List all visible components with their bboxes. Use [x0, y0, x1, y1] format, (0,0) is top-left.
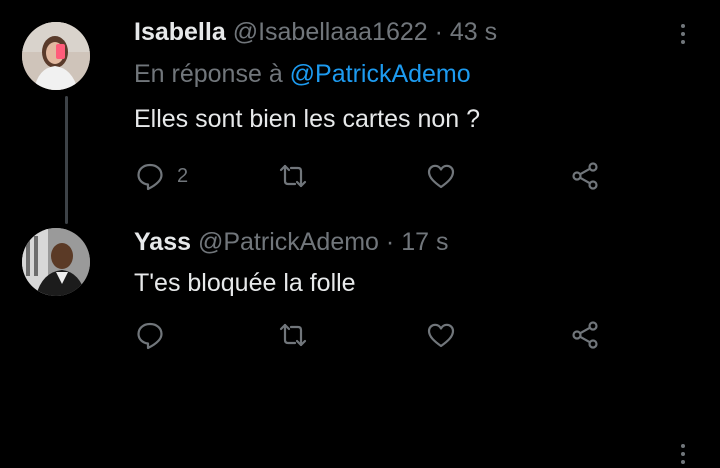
user-handle[interactable]: @Isabellaaa1622 — [233, 18, 428, 46]
tweet-header: Isabella @Isabellaaa1622 · 43 s — [134, 16, 497, 48]
user-handle[interactable]: @PatrickAdemo — [198, 228, 379, 256]
retweet-button[interactable] — [278, 315, 308, 355]
reply-count: 2 — [177, 164, 189, 187]
display-name[interactable]: Isabella — [134, 18, 226, 46]
reply-button[interactable] — [135, 315, 165, 355]
retweet-icon — [278, 320, 308, 350]
reply-context: En réponse à @PatrickAdemo — [134, 58, 471, 90]
separator-dot: · — [434, 18, 443, 46]
retweet-icon — [278, 161, 308, 191]
share-button[interactable] — [570, 315, 600, 355]
share-button[interactable] — [570, 156, 600, 196]
share-icon — [570, 161, 600, 191]
tweet-2-actions — [0, 315, 720, 355]
like-button[interactable] — [426, 315, 456, 355]
like-icon — [426, 320, 456, 350]
more-icon[interactable] — [674, 440, 692, 468]
separator-dot: · — [385, 228, 395, 256]
display-name[interactable]: Yass — [134, 228, 191, 256]
reply-icon — [135, 161, 165, 191]
reply-mention-link[interactable]: @PatrickAdemo — [290, 60, 471, 88]
reply-prefix: En réponse à — [134, 60, 283, 88]
timestamp[interactable]: 17 s — [401, 228, 448, 256]
share-icon — [570, 320, 600, 350]
more-icon[interactable] — [674, 20, 692, 48]
like-icon — [426, 161, 456, 191]
avatar-isabella[interactable] — [22, 22, 90, 90]
tweet-text: T'es bloquée la folle — [134, 269, 356, 297]
tweet-text: Elles sont bien les cartes non ? — [134, 105, 481, 133]
tweet-1-actions: 2 — [0, 156, 720, 196]
reply-button[interactable]: 2 — [135, 156, 188, 196]
like-button[interactable] — [426, 156, 456, 196]
reply-icon — [135, 320, 165, 350]
timestamp[interactable]: 43 s — [450, 18, 497, 46]
tweet-header: Yass @PatrickAdemo · 17 s — [134, 226, 448, 258]
avatar-yass[interactable] — [22, 228, 90, 296]
retweet-button[interactable] — [278, 156, 308, 196]
